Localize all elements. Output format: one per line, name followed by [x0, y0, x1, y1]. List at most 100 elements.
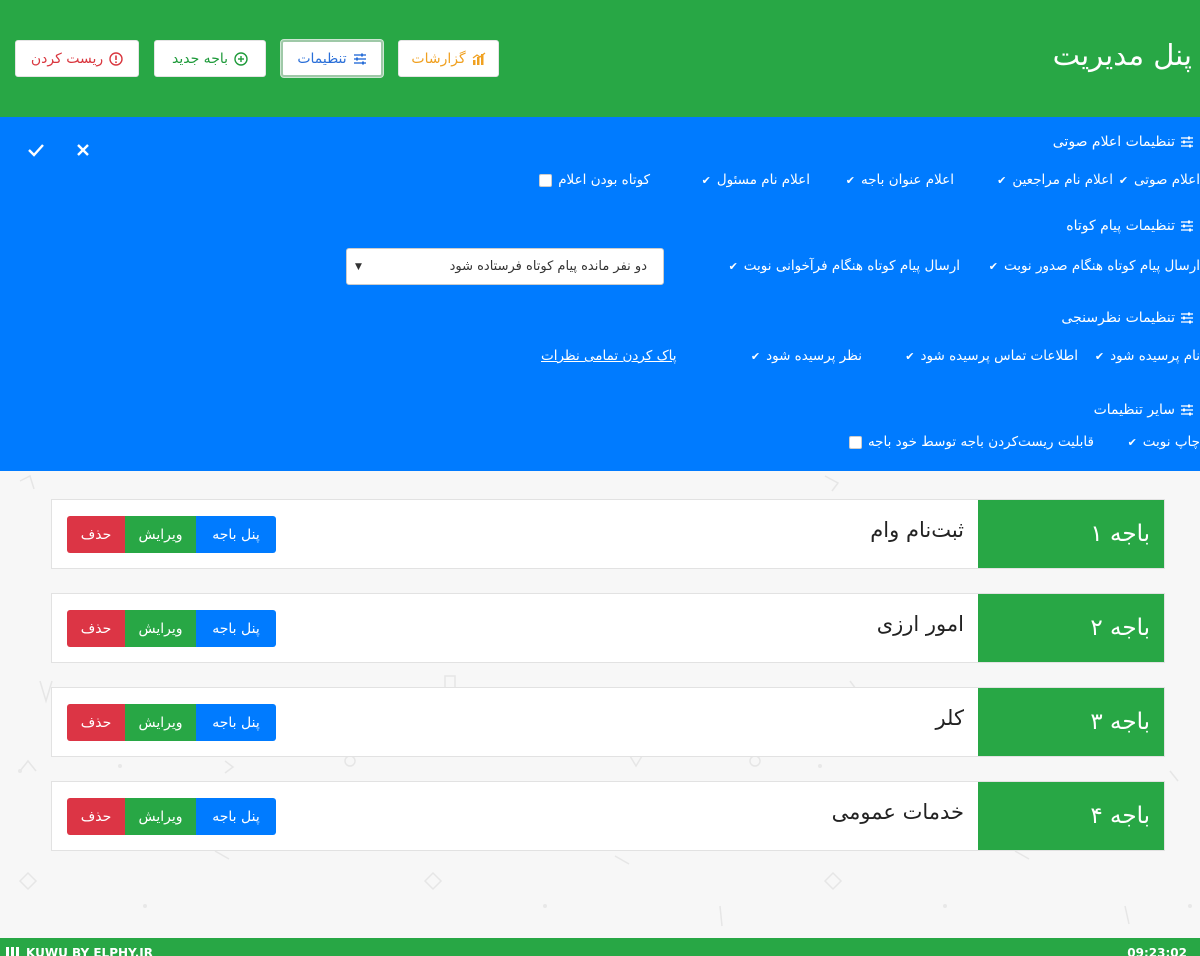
sms-settings-title: تنظیمات پیام کوتاه	[1066, 218, 1194, 234]
counter-name: کلر	[935, 706, 964, 730]
survey-option-contact[interactable]: اطلاعات تماس پرسیده شود ✔	[905, 348, 1078, 364]
alert-circle-icon	[109, 51, 123, 66]
sliders-icon	[353, 52, 367, 66]
counter-panel-button[interactable]: پنل باجه	[196, 610, 276, 647]
other-settings-title: سایر تنظیمات	[1094, 402, 1194, 418]
option-label: اعلام نام مراجعین	[1012, 172, 1113, 188]
counter-name: ثبت‌نام وام	[870, 518, 964, 542]
option-label: ارسال پیام کوتاه هنگام فرآخوانی نوبت	[743, 258, 960, 274]
reports-button[interactable]: گزارشات	[398, 40, 499, 77]
survey-settings-title: تنظیمات نظرسنجی	[1061, 310, 1194, 326]
option-label: چاپ نوبت	[1142, 434, 1200, 450]
bars-icon	[6, 946, 20, 956]
sliders-icon	[1180, 403, 1194, 417]
footer-clock: 09:23:02	[1127, 946, 1187, 956]
check-icon[interactable]	[26, 140, 46, 160]
settings-panel	[0, 117, 1200, 471]
audio-option-voice[interactable]: اعلام صوتی ✔	[1119, 172, 1200, 188]
check-icon: ✔	[728, 259, 738, 273]
checkbox[interactable]	[848, 435, 862, 449]
option-label: اعلام صوتی	[1134, 172, 1200, 188]
delete-button[interactable]: حذف	[67, 610, 125, 647]
new-counter-button-label: باجه جدید	[171, 50, 229, 67]
counter-name: امور ارزی	[876, 612, 964, 636]
audio-option-counter-title[interactable]: اعلام عنوان باجه ✔	[846, 172, 954, 188]
counter-name: خدمات عمومی	[831, 800, 964, 824]
counter-card: باجه ۳ کلر حذف ویرایش پنل باجه	[51, 687, 1165, 757]
reset-button-label: ریست کردن	[30, 50, 104, 67]
footer: KUWU BY ELPHY.IR 09:23:02	[0, 938, 1200, 956]
sliders-icon	[1180, 219, 1194, 233]
audio-option-operator-name[interactable]: اعلام نام مسئول ✔	[702, 172, 810, 188]
check-icon: ✔	[750, 349, 761, 363]
clear-all-comments-link[interactable]: پاک کردن تمامی نظرات	[541, 348, 677, 364]
check-icon: ✔	[997, 173, 1007, 187]
counter-panel-button[interactable]: پنل باجه	[196, 704, 276, 741]
edit-button[interactable]: ویرایش	[125, 798, 196, 835]
option-label: ارسال پیام کوتاه هنگام صدور نوبت	[1003, 258, 1200, 274]
option-label: نام پرسیده شود	[1110, 348, 1200, 364]
option-label: اعلام عنوان باجه	[860, 172, 954, 188]
new-counter-button[interactable]: باجه جدید	[154, 40, 266, 77]
option-label: اعلام نام مسئول	[716, 172, 810, 188]
other-options-row: چاپ نوبت ✔ قابلیت ریست‌کردن باجه توسط خود…	[0, 434, 1200, 454]
check-icon: ✔	[1118, 173, 1129, 187]
check-icon: ✔	[845, 173, 855, 187]
sliders-icon	[1180, 135, 1194, 149]
option-label: کوتاه بودن اعلام	[558, 172, 650, 188]
counter-actions: حذف ویرایش پنل باجه	[67, 798, 276, 835]
checkbox[interactable]	[539, 173, 553, 187]
counter-id: باجه ۳	[978, 688, 1164, 756]
audio-option-short[interactable]: کوتاه بودن اعلام	[539, 172, 650, 188]
delete-button[interactable]: حذف	[67, 516, 125, 553]
edit-button[interactable]: ویرایش	[125, 516, 196, 553]
counter-id: باجه ۱	[978, 500, 1164, 568]
counter-panel-button[interactable]: پنل باجه	[196, 798, 276, 835]
check-icon: ✔	[1127, 435, 1137, 449]
other-option-self-reset[interactable]: قابلیت ریست‌کردن باجه توسط خود باجه	[848, 434, 1094, 450]
page-title: پنل مدیریت	[1052, 38, 1192, 72]
footer-brand: KUWU BY ELPHY.IR	[6, 946, 153, 956]
other-settings-title-text: سایر تنظیمات	[1093, 402, 1175, 418]
counter-actions: حذف ویرایش پنل باجه	[67, 610, 276, 647]
sms-option-call[interactable]: ارسال پیام کوتاه هنگام فرآخوانی نوبت ✔	[729, 258, 960, 274]
edit-button[interactable]: ویرایش	[125, 610, 196, 647]
survey-option-name[interactable]: نام پرسیده شود ✔	[1095, 348, 1200, 364]
sms-threshold-select[interactable]: دو نفر مانده پیام کوتاه فرستاده شود ▼	[346, 248, 664, 285]
chevron-down-icon: ▼	[355, 261, 362, 272]
sms-settings-title-text: تنظیمات پیام کوتاه	[1066, 218, 1175, 234]
counter-panel-button[interactable]: پنل باجه	[196, 516, 276, 553]
footer-brand-text: KUWU BY ELPHY.IR	[26, 946, 153, 956]
counter-id: باجه ۲	[978, 594, 1164, 662]
survey-option-opinion[interactable]: نظر پرسیده شود ✔	[751, 348, 862, 364]
counter-card: باجه ۴ خدمات عمومی حذف ویرایش پنل باجه	[51, 781, 1165, 851]
audio-options-row: اعلام صوتی ✔ اعلام نام مراجعین ✔ اعلام عنو…	[0, 172, 1200, 192]
option-label: نظر پرسیده شود	[766, 348, 862, 364]
audio-option-client-name[interactable]: اعلام نام مراجعین ✔	[997, 172, 1113, 188]
delete-button[interactable]: حذف	[67, 798, 125, 835]
counter-actions: حذف ویرایش پنل باجه	[67, 704, 276, 741]
close-icon[interactable]	[73, 140, 93, 160]
sliders-icon	[1180, 311, 1194, 325]
other-option-print[interactable]: چاپ نوبت ✔	[1128, 434, 1200, 450]
reports-button-label: گزارشات	[411, 50, 466, 67]
counter-actions: حذف ویرایش پنل باجه	[67, 516, 276, 553]
delete-button[interactable]: حذف	[67, 704, 125, 741]
top-bar: پنل مدیریت گزارشات تنظیمات باجه جدید ریس…	[0, 0, 1200, 117]
settings-button[interactable]: تنظیمات	[281, 40, 383, 77]
audio-settings-title-text: تنظیمات اعلام صوتی	[1052, 134, 1175, 150]
check-icon: ✔	[905, 349, 915, 363]
chart-icon	[472, 51, 486, 66]
sms-option-issue[interactable]: ارسال پیام کوتاه هنگام صدور نوبت ✔	[989, 258, 1200, 274]
settings-button-label: تنظیمات	[297, 50, 347, 67]
edit-button[interactable]: ویرایش	[125, 704, 196, 741]
option-label: قابلیت ریست‌کردن باجه توسط خود باجه	[867, 434, 1094, 450]
option-label: اطلاعات تماس پرسیده شود	[920, 348, 1078, 364]
counter-id: باجه ۴	[978, 782, 1164, 850]
audio-settings-title: تنظیمات اعلام صوتی	[1053, 134, 1194, 150]
reset-button[interactable]: ریست کردن	[15, 40, 139, 77]
counter-card: باجه ۱ ثبت‌نام وام حذف ویرایش پنل باجه	[51, 499, 1165, 569]
counter-card: باجه ۲ امور ارزی حذف ویرایش پنل باجه	[51, 593, 1165, 663]
plus-circle-icon	[234, 51, 248, 66]
sms-threshold-select-value: دو نفر مانده پیام کوتاه فرستاده شود	[449, 259, 647, 274]
